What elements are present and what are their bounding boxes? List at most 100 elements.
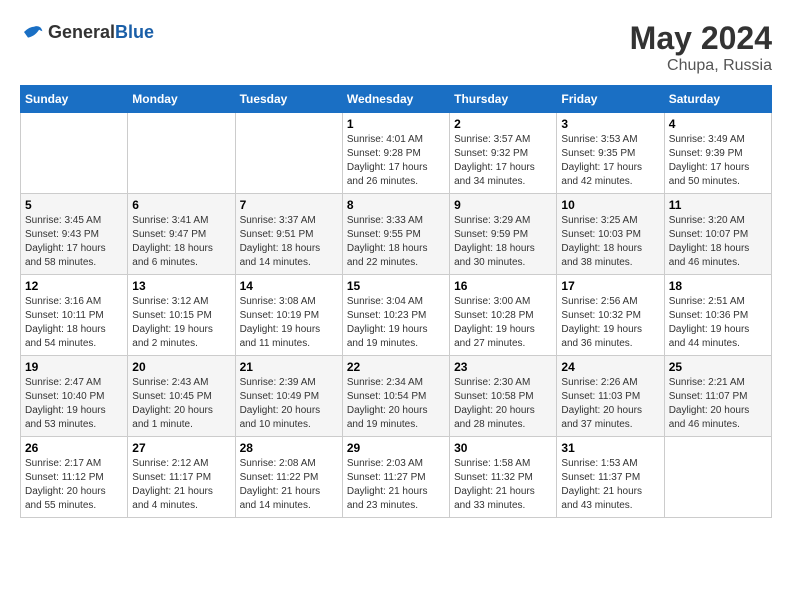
calendar-cell: 29Sunrise: 2:03 AM Sunset: 11:27 PM Dayl…	[342, 437, 449, 518]
calendar-cell: 25 Sunrise: 2:21 AM Sunset: 11:07 PM Dayl…	[664, 356, 771, 437]
day-number: 26	[25, 441, 123, 455]
day-info: Sunrise: 2:34 AM Sunset: 10:54 PM Daylig…	[347, 376, 445, 432]
calendar-cell: 18Sunrise: 2:51 AM Sunset: 10:36 PM Dayl…	[664, 275, 771, 356]
day-info: Sunrise: 3:57 AM Sunset: 9:32 PM Dayligh…	[454, 133, 552, 189]
calendar-cell: 5Sunrise: 3:45 AM Sunset: 9:43 PM Daylig…	[21, 194, 128, 275]
day-number: 11	[669, 198, 767, 212]
calendar-cell: 27 Sunrise: 2:12 AM Sunset: 11:17 PM Dayl…	[128, 437, 235, 518]
day-info: Sunrise: 1:53 AM Sunset: 11:37 PM Daylig…	[561, 457, 659, 513]
day-info: Sunrise: 2:17 AM Sunset: 11:12 PM Daylig…	[25, 457, 123, 513]
day-info: Sunrise: 2:43 AM Sunset: 10:45 PM Daylig…	[132, 376, 230, 432]
logo-general: General	[48, 22, 115, 42]
day-number: 2	[454, 117, 552, 131]
header-row: Sunday Monday Tuesday Wednesday Thursday…	[21, 86, 772, 113]
day-info: Sunrise: 3:12 AM Sunset: 10:15 PM Daylig…	[132, 295, 230, 351]
calendar-cell: 17 Sunrise: 2:56 AM Sunset: 10:32 PM Dayl…	[557, 275, 664, 356]
calendar-cell: 7 Sunrise: 3:37 AM Sunset: 9:51 PM Daylig…	[235, 194, 342, 275]
day-number: 13	[132, 279, 230, 293]
day-info: Sunrise: 3:20 AM Sunset: 10:07 PM Daylig…	[669, 214, 767, 270]
calendar-cell: 16 Sunrise: 3:00 AM Sunset: 10:28 PM Dayl…	[450, 275, 557, 356]
day-number: 12	[25, 279, 123, 293]
day-number: 17	[561, 279, 659, 293]
calendar-cell: 20 Sunrise: 2:43 AM Sunset: 10:45 PM Dayl…	[128, 356, 235, 437]
day-number: 30	[454, 441, 552, 455]
day-info: Sunrise: 3:33 AM Sunset: 9:55 PM Dayligh…	[347, 214, 445, 270]
day-info: Sunrise: 4:01 AM Sunset: 9:28 PM Dayligh…	[347, 133, 445, 189]
day-number: 6	[132, 198, 230, 212]
calendar-cell: 4 Sunrise: 3:49 AM Sunset: 9:39 PM Daylig…	[664, 113, 771, 194]
calendar-cell: 15 Sunrise: 3:04 AM Sunset: 10:23 PM Dayl…	[342, 275, 449, 356]
day-info: Sunrise: 3:49 AM Sunset: 9:39 PM Dayligh…	[669, 133, 767, 189]
calendar-cell: 9 Sunrise: 3:29 AM Sunset: 9:59 PM Daylig…	[450, 194, 557, 275]
day-info: Sunrise: 3:25 AM Sunset: 10:03 PM Daylig…	[561, 214, 659, 270]
calendar-week-4: 26 Sunrise: 2:17 AM Sunset: 11:12 PM Dayl…	[21, 437, 772, 518]
calendar-cell	[235, 113, 342, 194]
col-thursday: Thursday	[450, 86, 557, 113]
day-number: 9	[454, 198, 552, 212]
calendar-cell: 19 Sunrise: 2:47 AM Sunset: 10:40 PM Dayl…	[21, 356, 128, 437]
col-tuesday: Tuesday	[235, 86, 342, 113]
day-info: Sunrise: 2:26 AM Sunset: 11:03 PM Daylig…	[561, 376, 659, 432]
day-info: Sunrise: 2:30 AM Sunset: 10:58 PM Daylig…	[454, 376, 552, 432]
calendar-cell: 11 Sunrise: 3:20 AM Sunset: 10:07 PM Dayl…	[664, 194, 771, 275]
calendar-cell: 22 Sunrise: 2:34 AM Sunset: 10:54 PM Dayl…	[342, 356, 449, 437]
calendar-cell: 28Sunrise: 2:08 AM Sunset: 11:22 PM Dayl…	[235, 437, 342, 518]
calendar-cell: 31Sunrise: 1:53 AM Sunset: 11:37 PM Dayl…	[557, 437, 664, 518]
day-number: 20	[132, 360, 230, 374]
calendar-cell: 10Sunrise: 3:25 AM Sunset: 10:03 PM Dayl…	[557, 194, 664, 275]
calendar-cell: 23 Sunrise: 2:30 AM Sunset: 10:58 PM Dayl…	[450, 356, 557, 437]
day-info: Sunrise: 2:47 AM Sunset: 10:40 PM Daylig…	[25, 376, 123, 432]
calendar-body: 1Sunrise: 4:01 AM Sunset: 9:28 PM Daylig…	[21, 113, 772, 518]
calendar-cell: 30Sunrise: 1:58 AM Sunset: 11:32 PM Dayl…	[450, 437, 557, 518]
day-number: 19	[25, 360, 123, 374]
day-info: Sunrise: 3:41 AM Sunset: 9:47 PM Dayligh…	[132, 214, 230, 270]
day-number: 3	[561, 117, 659, 131]
day-info: Sunrise: 3:53 AM Sunset: 9:35 PM Dayligh…	[561, 133, 659, 189]
location: Chupa, Russia	[630, 57, 772, 75]
day-number: 29	[347, 441, 445, 455]
day-number: 5	[25, 198, 123, 212]
logo-wordmark: GeneralBlue	[48, 22, 154, 43]
calendar-cell: 26 Sunrise: 2:17 AM Sunset: 11:12 PM Dayl…	[21, 437, 128, 518]
day-info: Sunrise: 3:04 AM Sunset: 10:23 PM Daylig…	[347, 295, 445, 351]
day-info: Sunrise: 3:08 AM Sunset: 10:19 PM Daylig…	[240, 295, 338, 351]
day-info: Sunrise: 3:37 AM Sunset: 9:51 PM Dayligh…	[240, 214, 338, 270]
day-info: Sunrise: 2:39 AM Sunset: 10:49 PM Daylig…	[240, 376, 338, 432]
day-number: 4	[669, 117, 767, 131]
day-number: 16	[454, 279, 552, 293]
calendar-cell: 12 Sunrise: 3:16 AM Sunset: 10:11 PM Dayl…	[21, 275, 128, 356]
day-number: 22	[347, 360, 445, 374]
day-number: 23	[454, 360, 552, 374]
day-number: 27	[132, 441, 230, 455]
col-sunday: Sunday	[21, 86, 128, 113]
col-monday: Monday	[128, 86, 235, 113]
title-block: May 2024 Chupa, Russia	[630, 20, 772, 75]
day-number: 18	[669, 279, 767, 293]
col-friday: Friday	[557, 86, 664, 113]
day-number: 24	[561, 360, 659, 374]
day-info: Sunrise: 3:29 AM Sunset: 9:59 PM Dayligh…	[454, 214, 552, 270]
calendar-cell: 1Sunrise: 4:01 AM Sunset: 9:28 PM Daylig…	[342, 113, 449, 194]
day-info: Sunrise: 3:16 AM Sunset: 10:11 PM Daylig…	[25, 295, 123, 351]
day-info: Sunrise: 2:12 AM Sunset: 11:17 PM Daylig…	[132, 457, 230, 513]
day-info: Sunrise: 2:08 AM Sunset: 11:22 PM Daylig…	[240, 457, 338, 513]
logo-blue: Blue	[115, 22, 154, 42]
day-info: Sunrise: 2:21 AM Sunset: 11:07 PM Daylig…	[669, 376, 767, 432]
calendar-cell: 2 Sunrise: 3:57 AM Sunset: 9:32 PM Daylig…	[450, 113, 557, 194]
calendar-table: Sunday Monday Tuesday Wednesday Thursday…	[20, 85, 772, 518]
calendar-cell: 24 Sunrise: 2:26 AM Sunset: 11:03 PM Dayl…	[557, 356, 664, 437]
day-info: Sunrise: 3:00 AM Sunset: 10:28 PM Daylig…	[454, 295, 552, 351]
page-header: GeneralBlue May 2024 Chupa, Russia	[20, 20, 772, 75]
day-info: Sunrise: 2:56 AM Sunset: 10:32 PM Daylig…	[561, 295, 659, 351]
month-year: May 2024	[630, 20, 772, 57]
day-number: 7	[240, 198, 338, 212]
day-number: 8	[347, 198, 445, 212]
day-number: 25	[669, 360, 767, 374]
col-wednesday: Wednesday	[342, 86, 449, 113]
day-number: 15	[347, 279, 445, 293]
col-saturday: Saturday	[664, 86, 771, 113]
calendar-cell	[664, 437, 771, 518]
calendar-cell: 6 Sunrise: 3:41 AM Sunset: 9:47 PM Daylig…	[128, 194, 235, 275]
logo-icon	[20, 20, 44, 44]
calendar-week-0: 1Sunrise: 4:01 AM Sunset: 9:28 PM Daylig…	[21, 113, 772, 194]
